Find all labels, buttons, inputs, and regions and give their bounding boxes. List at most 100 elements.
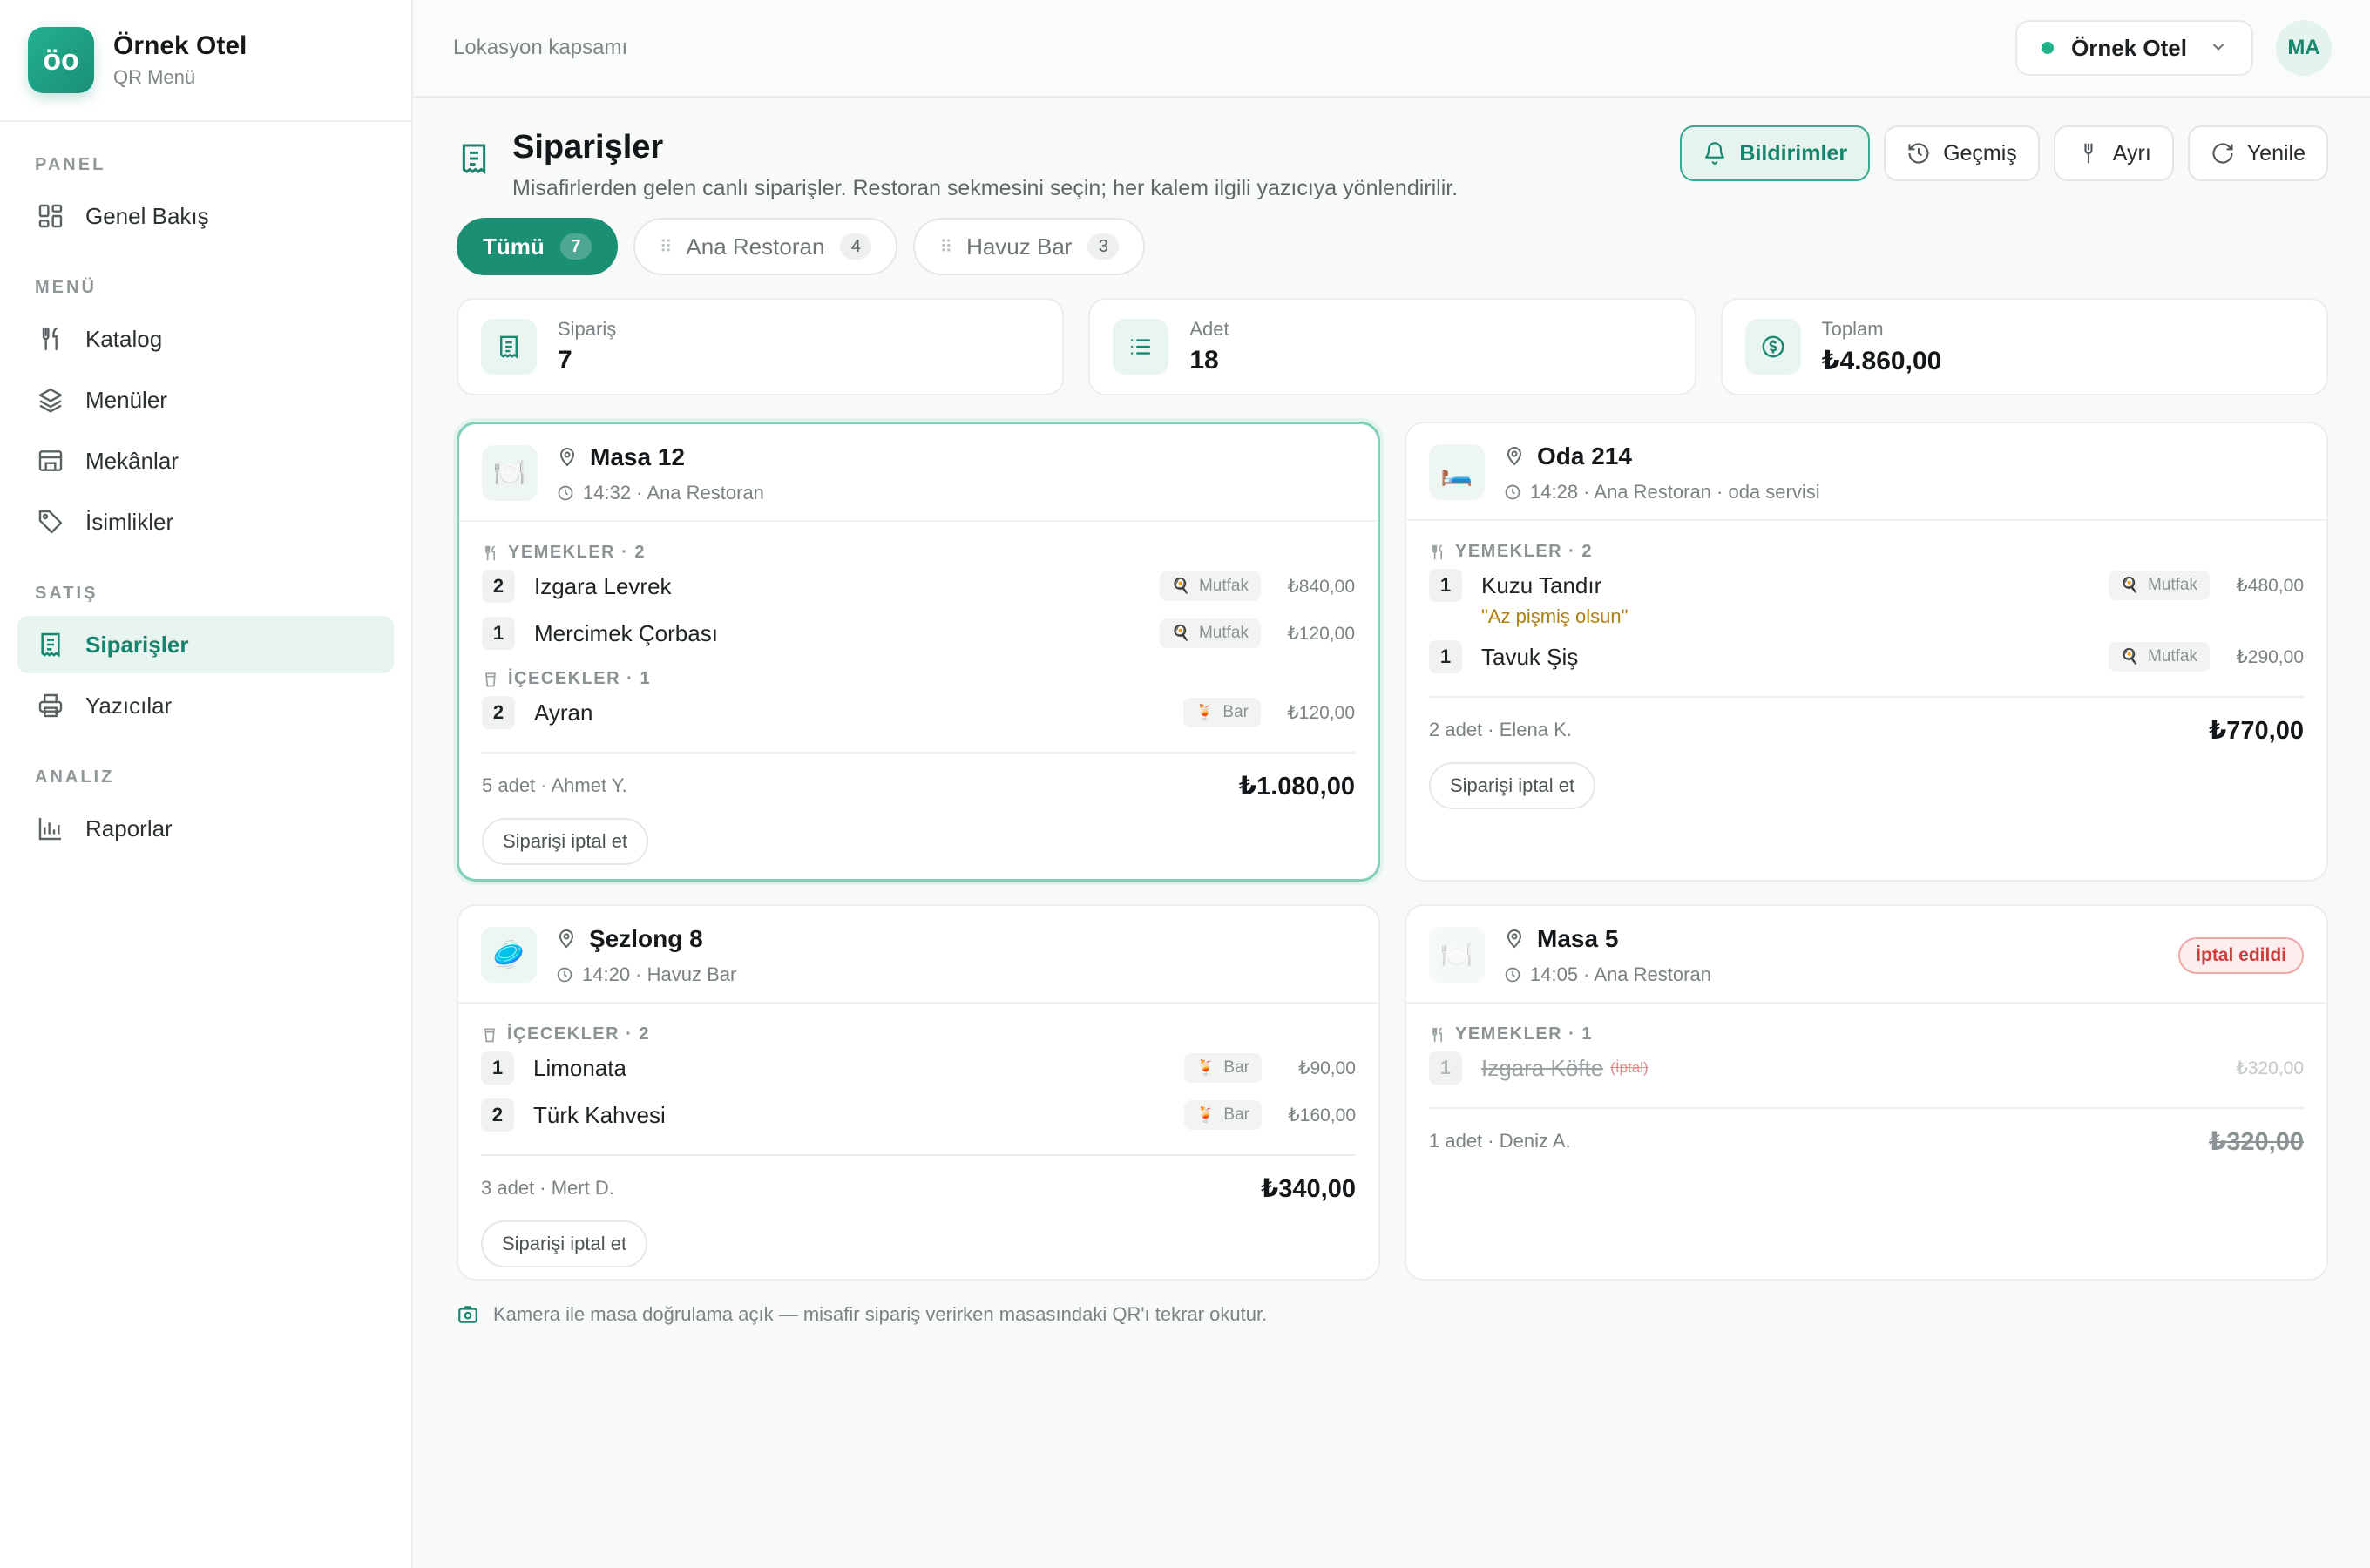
nav-section-menu: MENÜ	[35, 278, 97, 297]
stats-row: Sipariş 7 Adet 18 Toplam ₺4.860,00	[457, 298, 2328, 395]
item-price: ₺320,00	[2236, 1058, 2304, 1078]
tab-label: Havuz Bar	[966, 233, 1073, 260]
sidebar-item-label: Yazıcılar	[85, 692, 173, 719]
refresh-icon	[2211, 141, 2235, 166]
split-label: Ayrı	[2112, 140, 2151, 166]
stat-value: 7	[558, 346, 572, 375]
clock-icon	[1504, 483, 1521, 501]
tab-main-restaurant[interactable]: ⠿ Ana Restoran 4	[633, 218, 898, 275]
item-name: Tavuk Şiş	[1481, 643, 1579, 670]
location-scope-label: Lokasyon kapsamı	[453, 36, 628, 59]
tab-pool-bar[interactable]: ⠿ Havuz Bar 3	[913, 218, 1146, 275]
sidebar-item-catalog[interactable]: Katalog	[17, 310, 394, 368]
fork-icon	[2076, 141, 2101, 166]
order-total: ₺340,00	[1261, 1174, 1356, 1203]
order-card[interactable]: 🥏 Şezlong 8 14:20 · Havuz Bar İÇECEKLER …	[457, 904, 1380, 1281]
item-name: Izgara Köfte	[1481, 1054, 1604, 1081]
stat-orders: Sipariş 7	[457, 298, 1065, 395]
sidebar-item-orders[interactable]: Siparişler	[17, 616, 394, 673]
main-content: Siparişler Misafirlerden gelen canlı sip…	[457, 98, 2328, 1326]
clock-icon	[557, 484, 574, 502]
kitchen-icon: 🍳	[1171, 625, 1190, 641]
dashboard-icon	[35, 200, 66, 232]
item-price: ₺90,00	[1298, 1058, 1356, 1078]
history-label: Geçmiş	[1943, 140, 2017, 166]
sidebar-item-label: Genel Bakış	[85, 202, 209, 229]
stat-value: 18	[1189, 346, 1219, 375]
order-card[interactable]: 🍽️ Masa 5 14:05 · Ana Restoran İptal edi…	[1405, 904, 2328, 1281]
item-price: ₺480,00	[2236, 575, 2304, 596]
brand-name: Örnek Otel	[113, 31, 247, 60]
frisbee-icon: 🥏	[481, 927, 537, 983]
camera-icon	[457, 1303, 479, 1326]
sidebar-item-reports[interactable]: Raporlar	[17, 800, 394, 857]
sidebar-item-venues[interactable]: Mekânlar	[17, 432, 394, 490]
cancel-order-button[interactable]: Siparişi iptal et	[482, 818, 649, 865]
refresh-button[interactable]: Yenile	[2187, 125, 2328, 181]
venue-select[interactable]: Örnek Otel	[2015, 20, 2253, 76]
plate-icon: 🍽️	[482, 445, 538, 501]
order-item: 1 Izgara Köfte (İptal) ₺320,00	[1429, 1044, 2304, 1092]
sidebar-item-printers[interactable]: Yazıcılar	[17, 677, 394, 734]
receipt-icon	[35, 629, 66, 660]
history-button[interactable]: Geçmiş	[1884, 125, 2040, 181]
footer-note-text: Kamera ile masa doğrulama açık — misafir…	[493, 1303, 1268, 1325]
item-qty: 2	[481, 1098, 514, 1132]
sidebar-item-nameplates[interactable]: İsimlikler	[17, 493, 394, 551]
station-badge: 🍹 Bar	[1183, 698, 1261, 727]
item-price: ₺120,00	[1287, 702, 1355, 723]
item-qty: 1	[481, 1051, 514, 1085]
split-button[interactable]: Ayrı	[2053, 125, 2174, 181]
order-total: ₺320,00	[2209, 1127, 2304, 1156]
item-name: Limonata	[533, 1054, 626, 1081]
tag-icon	[35, 506, 66, 537]
notifications-label: Bildirimler	[1739, 140, 1848, 166]
item-qty: 1	[1429, 1051, 1462, 1085]
item-qty: 1	[1429, 569, 1462, 602]
item-qty: 2	[482, 696, 515, 729]
avatar[interactable]: MA	[2276, 20, 2332, 76]
item-name: Izgara Levrek	[534, 572, 672, 599]
order-title: Oda 214	[1537, 443, 1632, 470]
kitchen-icon: 🍳	[2120, 577, 2139, 593]
drag-handle-icon[interactable]: ⠿	[939, 236, 952, 258]
cancelled-tag: (İptal)	[1610, 1059, 1649, 1076]
sidebar-item-menus[interactable]: Menüler	[17, 371, 394, 429]
store-icon	[35, 445, 66, 476]
sidebar-item-overview[interactable]: Genel Bakış	[17, 187, 394, 245]
order-item: 1 Kuzu Tandır 🍳 Mutfak ₺480,00	[1429, 562, 2304, 609]
kitchen-icon: 🍳	[1171, 578, 1190, 594]
cancel-order-button[interactable]: Siparişi iptal et	[481, 1220, 648, 1267]
layers-icon	[35, 384, 66, 416]
brand-subtitle: QR Menü	[113, 66, 196, 88]
bed-icon: 🛏️	[1429, 444, 1485, 500]
notifications-button[interactable]: Bildirimler	[1680, 125, 1871, 181]
brand[interactable]: öo Örnek Otel QR Menü	[0, 0, 411, 122]
order-card[interactable]: 🍽️ Masa 12 14:32 · Ana Restoran YEMEKLER…	[457, 422, 1380, 882]
nav-section-sales: SATIŞ	[35, 584, 98, 603]
sidebar-item-label: Mekânlar	[85, 447, 179, 474]
tab-all[interactable]: Tümü 7	[457, 218, 618, 275]
group-label: YEMEKLER · 2	[1455, 542, 1594, 561]
brand-logo: öo	[28, 27, 94, 93]
cutlery-icon	[1429, 544, 1446, 561]
order-title: Şezlong 8	[589, 925, 703, 952]
kitchen-icon: 🍳	[2120, 648, 2139, 665]
cancel-order-button[interactable]: Siparişi iptal et	[1429, 762, 1596, 809]
location-pin-icon	[1504, 446, 1525, 467]
chevron-down-icon	[2210, 35, 2227, 62]
order-card[interactable]: 🛏️ Oda 214 14:28 · Ana Restoran · oda se…	[1405, 422, 2328, 882]
order-summary: 1 adet · Deniz A.	[1429, 1130, 1571, 1152]
nav-section-analytics: ANALIZ	[35, 767, 115, 787]
stat-label: Sipariş	[558, 318, 617, 340]
stat-total: Toplam ₺4.860,00	[1720, 298, 2328, 395]
station-badge: 🍹 Bar	[1184, 1053, 1262, 1083]
drag-handle-icon[interactable]: ⠿	[660, 236, 673, 258]
sidebar: öo Örnek Otel QR Menü PANEL Genel Bakış …	[0, 0, 413, 1568]
sidebar-item-label: Katalog	[85, 325, 163, 352]
page-description: Misafirlerden gelen canlı siparişler. Re…	[512, 176, 1459, 200]
camera-verification-note: Kamera ile masa doğrulama açık — misafir…	[457, 1303, 2328, 1326]
item-name: Ayran	[534, 699, 593, 726]
location-pin-icon	[556, 929, 577, 950]
location-pin-icon	[557, 447, 578, 468]
